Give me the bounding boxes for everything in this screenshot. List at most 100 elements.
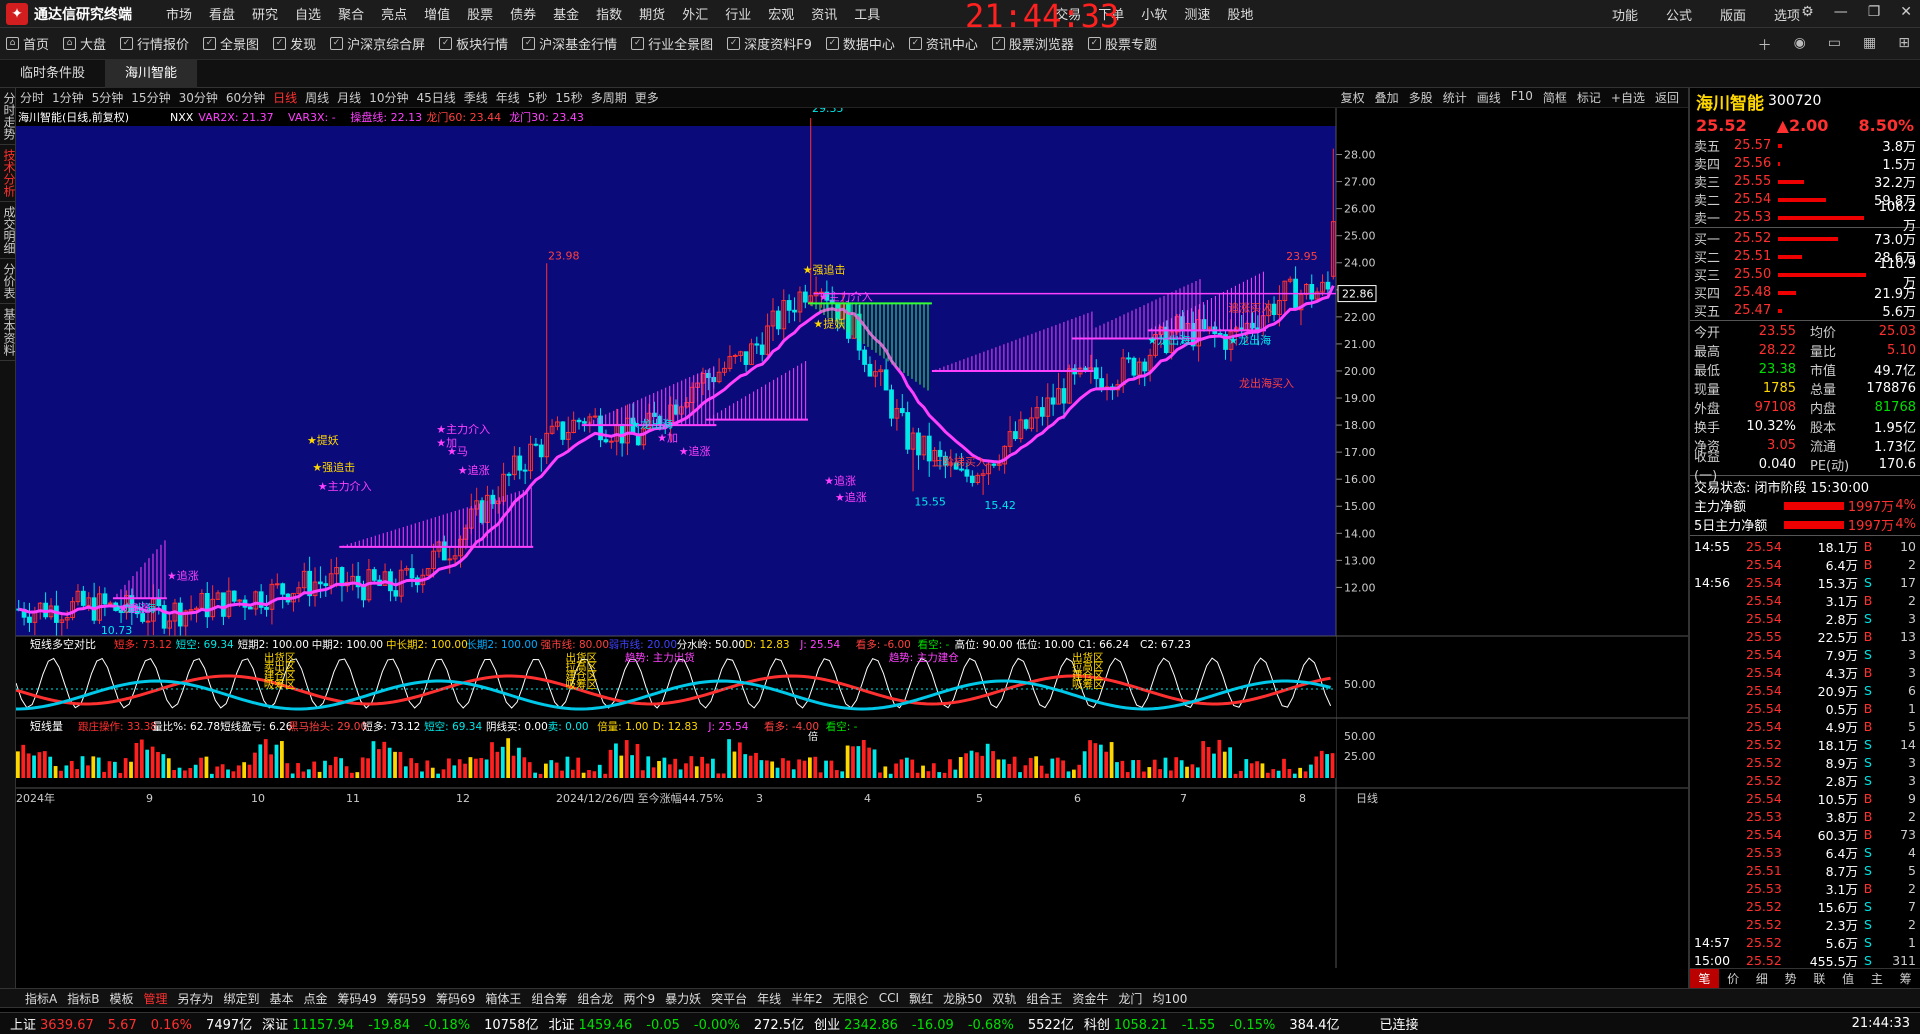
formula-tab-3[interactable]: 管理 bbox=[138, 990, 172, 1007]
formula-tab-14[interactable]: 两个9 bbox=[618, 990, 660, 1007]
formula-tab-21[interactable]: 飘红 bbox=[904, 990, 938, 1007]
formula-tab-19[interactable]: 无限仑 bbox=[828, 990, 874, 1007]
menu-item-0[interactable]: 市场 bbox=[166, 4, 192, 23]
period-3[interactable]: 15分钟 bbox=[131, 89, 170, 106]
chart-tool-2[interactable]: 多股 bbox=[1409, 89, 1433, 106]
menu-item-2[interactable]: 研究 bbox=[252, 4, 278, 23]
toolbar-item-0[interactable]: ⌂ 首页 bbox=[6, 34, 49, 53]
left-tab-4[interactable]: 基本资料 bbox=[0, 304, 16, 361]
period-4[interactable]: 30分钟 bbox=[179, 89, 218, 106]
panel-tab-5[interactable]: 值 bbox=[1834, 969, 1863, 988]
refresh-icon[interactable]: ◉ bbox=[1794, 35, 1806, 55]
menu-item-12[interactable]: 外汇 bbox=[682, 4, 708, 23]
formula-tab-6[interactable]: 基本 bbox=[265, 990, 299, 1007]
panel-tab-3[interactable]: 势 bbox=[1776, 969, 1805, 988]
formula-tab-22[interactable]: 龙脉50 bbox=[938, 990, 987, 1007]
left-tab-0[interactable]: 分时走势 bbox=[0, 88, 16, 145]
close-icon[interactable]: ✕ bbox=[1900, 4, 1912, 20]
menu-item-15[interactable]: 资讯 bbox=[811, 4, 837, 23]
formula-tab-17[interactable]: 年线 bbox=[752, 990, 786, 1007]
formula-tab-1[interactable]: 指标B bbox=[62, 990, 104, 1007]
left-tab-1[interactable]: 技术分析 bbox=[0, 145, 16, 202]
right-menu-0[interactable]: 功能 bbox=[1612, 5, 1638, 24]
period-12[interactable]: 年线 bbox=[496, 89, 520, 106]
formula-tab-0[interactable]: 指标A bbox=[20, 990, 62, 1007]
period-14[interactable]: 15秒 bbox=[555, 89, 582, 106]
formula-tab-10[interactable]: 筹码69 bbox=[431, 990, 480, 1007]
period-15[interactable]: 多周期 bbox=[591, 89, 627, 106]
period-16[interactable]: 更多 bbox=[635, 89, 659, 106]
window-icon[interactable]: ▭ bbox=[1828, 35, 1841, 55]
index-4[interactable]: 科创 1058.21 -1.55 -0.15% 384.4亿 bbox=[1084, 1014, 1340, 1033]
formula-tab-4[interactable]: 另存为 bbox=[172, 990, 218, 1007]
menu-item-21[interactable]: 股地 bbox=[1227, 4, 1253, 23]
kline-chart[interactable]: 海川智能(日线,前复权) NXX VAR2X: 21.37 VAR3X: - 操盘线: … bbox=[16, 108, 1688, 988]
formula-tab-13[interactable]: 组合龙 bbox=[572, 990, 618, 1007]
menu-item-5[interactable]: 亮点 bbox=[381, 4, 407, 23]
period-7[interactable]: 周线 bbox=[305, 89, 329, 106]
panel-tab-1[interactable]: 价 bbox=[1719, 969, 1748, 988]
panel-tab-2[interactable]: 细 bbox=[1748, 969, 1777, 988]
right-menu-1[interactable]: 公式 bbox=[1666, 5, 1692, 24]
formula-tab-23[interactable]: 双轨 bbox=[987, 990, 1021, 1007]
right-menu-2[interactable]: 版面 bbox=[1720, 5, 1746, 24]
formula-tab-18[interactable]: 半年2 bbox=[786, 990, 828, 1007]
restore-icon[interactable]: ❐ bbox=[1868, 4, 1881, 20]
toolbar-item-11[interactable]: ✓ 资讯中心 bbox=[908, 34, 978, 53]
index-0[interactable]: 上证 3639.67 5.67 0.16% 7497亿 bbox=[10, 1014, 252, 1033]
period-2[interactable]: 5分钟 bbox=[92, 89, 124, 106]
toolbar-item-10[interactable]: ✓ 数据中心 bbox=[825, 34, 895, 53]
menu-item-7[interactable]: 股票 bbox=[467, 4, 493, 23]
toolbar-item-4[interactable]: ✓ 发现 bbox=[273, 34, 316, 53]
formula-tab-8[interactable]: 筹码49 bbox=[333, 990, 382, 1007]
toolbar-item-7[interactable]: ✓ 沪深基金行情 bbox=[522, 34, 617, 53]
minimize-icon[interactable]: — bbox=[1834, 4, 1848, 20]
formula-tab-20[interactable]: CCI bbox=[874, 991, 904, 1005]
toolbar-item-12[interactable]: ✓ 股票浏览器 bbox=[991, 34, 1074, 53]
tab-temp-condition[interactable]: 临时条件股 bbox=[0, 60, 105, 88]
panel-tab-4[interactable]: 联 bbox=[1805, 969, 1834, 988]
formula-tab-16[interactable]: 突平台 bbox=[706, 990, 752, 1007]
chart-tool-7[interactable]: 标记 bbox=[1577, 89, 1601, 106]
toolbar-item-1[interactable]: ⌂ 大盘 bbox=[63, 34, 106, 53]
menu-item-11[interactable]: 期货 bbox=[639, 4, 665, 23]
tab-stock[interactable]: 海川智能 bbox=[105, 59, 198, 88]
chart-tool-1[interactable]: 叠加 bbox=[1375, 89, 1399, 106]
formula-tab-15[interactable]: 暴力妖 bbox=[660, 990, 706, 1007]
toolbar-item-5[interactable]: ✓ 沪深京综合屏 bbox=[330, 34, 425, 53]
tick-list[interactable]: 14:55 25.54 18.1万 B 10 25.54 6.4万 B 2 14:56 25.54 1… bbox=[1690, 537, 1920, 969]
menu-item-1[interactable]: 看盘 bbox=[209, 4, 235, 23]
index-2[interactable]: 北证 1459.46 -0.05 -0.00% 272.5亿 bbox=[548, 1014, 804, 1033]
toolbar-item-9[interactable]: ✓ 深度资料F9 bbox=[727, 34, 812, 53]
formula-tab-11[interactable]: 箱体王 bbox=[480, 990, 526, 1007]
menu-item-19[interactable]: 小软 bbox=[1141, 4, 1167, 23]
menu-item-9[interactable]: 基金 bbox=[553, 4, 579, 23]
formula-tab-7[interactable]: 点金 bbox=[299, 990, 333, 1007]
chart-area[interactable]: 海川智能(日线,前复权) NXX VAR2X: 21.37 VAR3X: - 操盘线: … bbox=[16, 108, 1688, 968]
chart-tool-5[interactable]: F10 bbox=[1511, 89, 1533, 106]
period-10[interactable]: 45日线 bbox=[416, 89, 455, 106]
formula-tab-24[interactable]: 组合王 bbox=[1021, 990, 1067, 1007]
menu-item-14[interactable]: 宏观 bbox=[768, 4, 794, 23]
panel-tab-0[interactable]: 笔 bbox=[1690, 969, 1719, 988]
toolbar-item-3[interactable]: ✓ 全景图 bbox=[203, 34, 259, 53]
toolbar-item-6[interactable]: ✓ 板块行情 bbox=[439, 34, 508, 53]
period-11[interactable]: 季线 bbox=[464, 89, 488, 106]
chart-tool-8[interactable]: +自选 bbox=[1611, 89, 1645, 106]
period-8[interactable]: 月线 bbox=[337, 89, 361, 106]
menu-item-10[interactable]: 指数 bbox=[596, 4, 622, 23]
chart-tool-0[interactable]: 复权 bbox=[1341, 89, 1365, 106]
panel-tab-7[interactable]: 筹 bbox=[1891, 969, 1920, 988]
help-icon[interactable]: ⚙ bbox=[1801, 4, 1814, 20]
formula-tab-26[interactable]: 龙门 bbox=[1113, 990, 1147, 1007]
chart-tool-6[interactable]: 简框 bbox=[1543, 89, 1567, 106]
period-1[interactable]: 1分钟 bbox=[52, 89, 84, 106]
formula-tab-27[interactable]: 均100 bbox=[1147, 990, 1192, 1007]
menu-item-3[interactable]: 自选 bbox=[295, 4, 321, 23]
period-9[interactable]: 10分钟 bbox=[369, 89, 408, 106]
menu-item-16[interactable]: 工具 bbox=[854, 4, 880, 23]
period-13[interactable]: 5秒 bbox=[528, 89, 548, 106]
layout-icon[interactable]: ⊞ bbox=[1898, 35, 1910, 55]
chart-tool-9[interactable]: 返回 bbox=[1655, 89, 1679, 106]
period-5[interactable]: 60分钟 bbox=[226, 89, 265, 106]
